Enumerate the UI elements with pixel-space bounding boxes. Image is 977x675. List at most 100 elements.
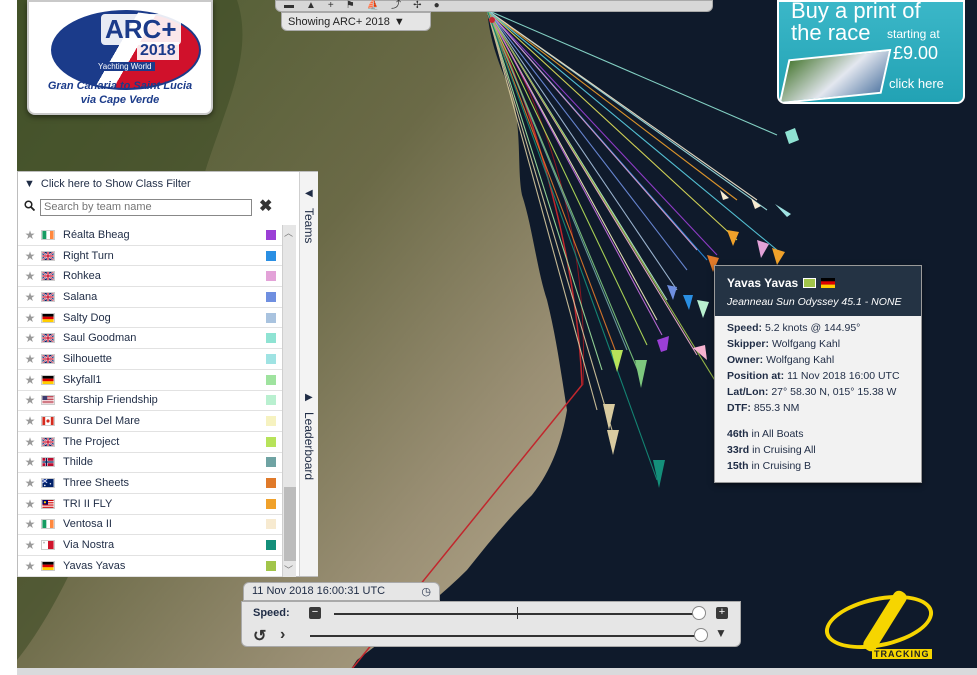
star-icon[interactable]: ★ (22, 455, 38, 469)
team-name: Saul Goodman (63, 332, 137, 345)
logo-sponsor: Yachting World (95, 62, 155, 71)
clear-search-icon[interactable]: ✖ (259, 196, 272, 216)
plus-icon[interactable]: + (328, 1, 334, 11)
dash-icon[interactable]: ▬ (284, 1, 294, 11)
team-row[interactable]: ★ Thilde (18, 453, 282, 474)
star-icon[interactable]: ★ (22, 373, 38, 387)
team-row[interactable]: ★ Salana (18, 287, 282, 308)
speed-increase-button[interactable]: + (716, 607, 728, 619)
team-name: Ventosa II (63, 518, 112, 531)
team-row[interactable]: ★ Saul Goodman (18, 328, 282, 350)
flag-mt-icon (41, 540, 55, 551)
team-name: Sunra Del Mare (63, 415, 141, 428)
speed-slider-knob[interactable] (692, 606, 706, 620)
collapse-left-icon[interactable]: ◀ (305, 188, 313, 199)
team-name: Thilde (63, 456, 93, 469)
globe-icon[interactable]: ● (434, 1, 440, 11)
boat-icon[interactable]: ⛵ (367, 1, 379, 11)
print-ad[interactable]: Buy a print of the race starting at £9.0… (777, 0, 965, 104)
flag-gb-icon (41, 250, 55, 261)
playback-controls: Speed: − + ↺ › ▼ (241, 601, 741, 647)
team-row[interactable]: ★ Réalta Bheag (18, 225, 282, 246)
star-icon[interactable]: ★ (22, 559, 38, 573)
team-name: Starship Friendship (63, 394, 158, 407)
tab-teams[interactable]: Teams (302, 208, 316, 243)
yb-tracking-logo[interactable]: TRACKING (820, 585, 942, 663)
team-row[interactable]: ★ Right Turn (18, 246, 282, 267)
team-row[interactable]: ★ Via Nostra (18, 535, 282, 556)
star-icon[interactable]: ★ (22, 497, 38, 511)
popup-header: Yavas Yavas Jeanneau Sun Odyssey 45.1 - … (715, 266, 921, 316)
start-marker (489, 17, 495, 23)
star-icon[interactable]: ★ (22, 249, 38, 263)
map-print-image (779, 48, 892, 102)
star-icon[interactable]: ★ (22, 517, 38, 531)
wind-icon[interactable]: ✢ (413, 1, 421, 11)
team-list-scrollbar[interactable]: ︿ ﹀ (282, 225, 296, 577)
star-icon[interactable]: ★ (22, 393, 38, 407)
chevron-down-icon[interactable]: ▼ (715, 626, 727, 640)
timeline-slider-track[interactable] (310, 635, 700, 637)
cursor-icon[interactable]: ▲ (306, 1, 316, 11)
scroll-down-icon[interactable]: ﹀ (284, 563, 293, 576)
star-icon[interactable]: ★ (22, 352, 38, 366)
team-color-swatch (266, 478, 276, 489)
team-color-swatch (266, 560, 276, 571)
team-row[interactable]: ★ The Project (18, 432, 282, 453)
tab-leaderboard[interactable]: Leaderboard (302, 412, 316, 480)
clock-icon[interactable]: ◷ (421, 585, 431, 598)
race-selector[interactable]: Showing ARC+ 2018 ▼ (281, 12, 431, 31)
scroll-up-icon[interactable]: ︿ (284, 226, 293, 239)
timeline-timestamp: 11 Nov 2018 16:00:31 UTC (252, 585, 386, 597)
team-color-swatch (266, 436, 276, 447)
map-toolbar: ▬ ▲ + ⚑ ⛵ ⤴ ✢ ● (275, 0, 713, 12)
team-row[interactable]: ★ Skyfall1 (18, 370, 282, 391)
team-row[interactable]: ★ Yavas Yavas (18, 556, 282, 577)
team-color-swatch (266, 519, 276, 530)
flag-icon[interactable]: ⚑ (346, 1, 355, 11)
star-icon[interactable]: ★ (22, 435, 38, 449)
flag-ie-icon (41, 519, 55, 530)
class-filter-toggle[interactable]: ▼ Click here to Show Class Filter (24, 178, 191, 190)
team-name: Salty Dog (63, 311, 111, 324)
speed-label: Speed: (253, 607, 290, 619)
scroll-thumb[interactable] (284, 487, 296, 561)
timeline-slider-knob[interactable] (694, 628, 708, 642)
team-search-input[interactable] (40, 198, 252, 216)
star-icon[interactable]: ★ (22, 476, 38, 490)
team-list: ★ Réalta Bheag ★ Right Turn ★ Rohkea ★ Salana ★ S… (18, 225, 282, 577)
team-row[interactable]: ★ Ventosa II (18, 515, 282, 536)
speed-slider-track[interactable] (334, 613, 704, 615)
team-row[interactable]: ★ Silhouette (18, 349, 282, 370)
team-color-swatch (266, 353, 276, 364)
star-icon[interactable]: ★ (22, 311, 38, 325)
team-name: Right Turn (63, 249, 114, 262)
team-row[interactable]: ★ Rohkea (18, 266, 282, 288)
team-color-swatch (266, 229, 276, 240)
team-name: The Project (63, 435, 120, 448)
star-icon[interactable]: ★ (22, 290, 38, 304)
team-row[interactable]: ★ Three Sheets (18, 473, 282, 494)
star-icon[interactable]: ★ (22, 331, 38, 345)
expand-right-icon[interactable]: ▶ (305, 392, 313, 403)
team-row[interactable]: ★ TRI II FLY (18, 494, 282, 515)
ad-cta[interactable]: click here (889, 76, 944, 91)
team-row[interactable]: ★ Sunra Del Mare (18, 411, 282, 432)
star-icon[interactable]: ★ (22, 538, 38, 552)
flag-no-icon (41, 457, 55, 468)
play-icon[interactable]: › (280, 626, 285, 644)
popup-rank-cruising-all: 33rd in Cruising All (727, 444, 816, 456)
star-icon[interactable]: ★ (22, 228, 38, 242)
star-icon[interactable]: ★ (22, 414, 38, 428)
team-color-swatch (266, 395, 276, 406)
team-row[interactable]: ★ Salty Dog (18, 308, 282, 329)
flag-my-icon (41, 498, 55, 509)
popup-dtf: DTF: 855.3 NM (727, 402, 800, 414)
star-icon[interactable]: ★ (22, 269, 38, 283)
replay-icon[interactable]: ↺ (253, 626, 266, 646)
search-icon (24, 198, 36, 216)
share-icon[interactable]: ⤴ (391, 1, 401, 11)
side-tabs: ◀ Teams ▶ Leaderboard (299, 172, 318, 576)
team-row[interactable]: ★ Starship Friendship (18, 391, 282, 412)
speed-decrease-button[interactable]: − (309, 607, 321, 619)
